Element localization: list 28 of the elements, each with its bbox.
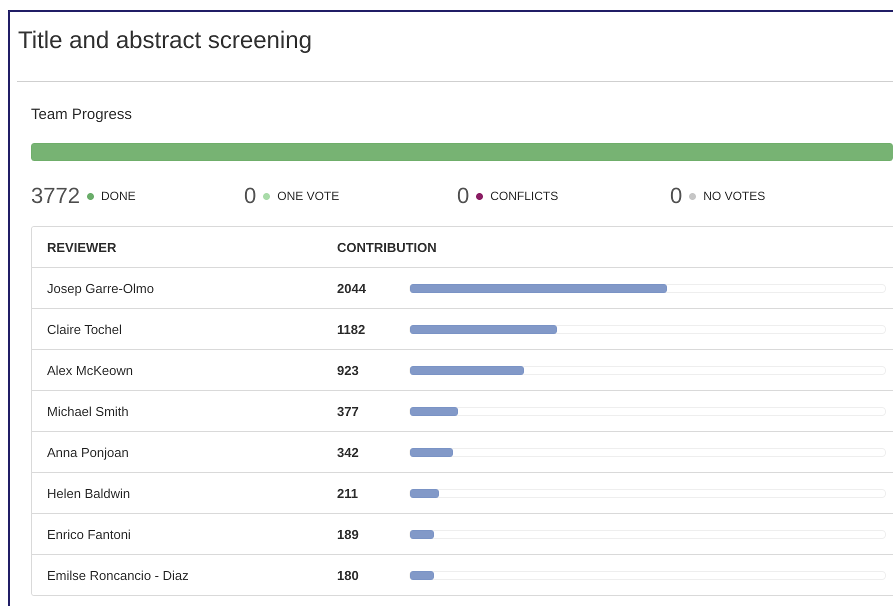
reviewer-name: Emilse Roncancio - Diaz — [46, 568, 190, 582]
stat-label: NO VOTES — [703, 189, 766, 203]
reviewer-name: Enrico Fantoni — [46, 526, 132, 542]
stat-count: 0 — [670, 183, 682, 209]
reviewer-name: Josep Garre-Olmo — [46, 280, 155, 296]
reviewer-name: Claire Tochel — [46, 322, 123, 336]
stat-count: 0 — [457, 183, 470, 209]
column-header: CONTRIBUTION — [337, 240, 437, 254]
contribution-count: 211 — [337, 486, 359, 500]
column-header: REVIEWER — [46, 240, 118, 254]
page-title: Title and abstract screening — [17, 26, 313, 56]
stat-count: 0 — [244, 183, 256, 209]
stat-label: ONE VOTE — [277, 189, 340, 203]
stat-label: CONFLICTS — [490, 189, 558, 203]
contribution-count: 377 — [337, 404, 360, 418]
contribution-count: 342 — [337, 444, 360, 460]
stat-label: DONE — [100, 189, 136, 203]
reviewer-name: Anna Ponjoan — [46, 444, 130, 460]
contribution-count: 180 — [337, 568, 360, 582]
contribution-count: 189 — [337, 526, 360, 542]
contribution-count: 923 — [337, 362, 360, 378]
reviewer-name: Helen Baldwin — [46, 486, 132, 500]
reviewer-name: Alex McKeown — [46, 362, 134, 378]
contribution-count: 1182 — [337, 322, 366, 336]
section-label: Team Progress — [31, 106, 133, 125]
stat-count: 3772 — [31, 183, 80, 209]
contribution-count: 2044 — [337, 280, 367, 296]
reviewer-name: Michael Smith — [46, 404, 130, 418]
